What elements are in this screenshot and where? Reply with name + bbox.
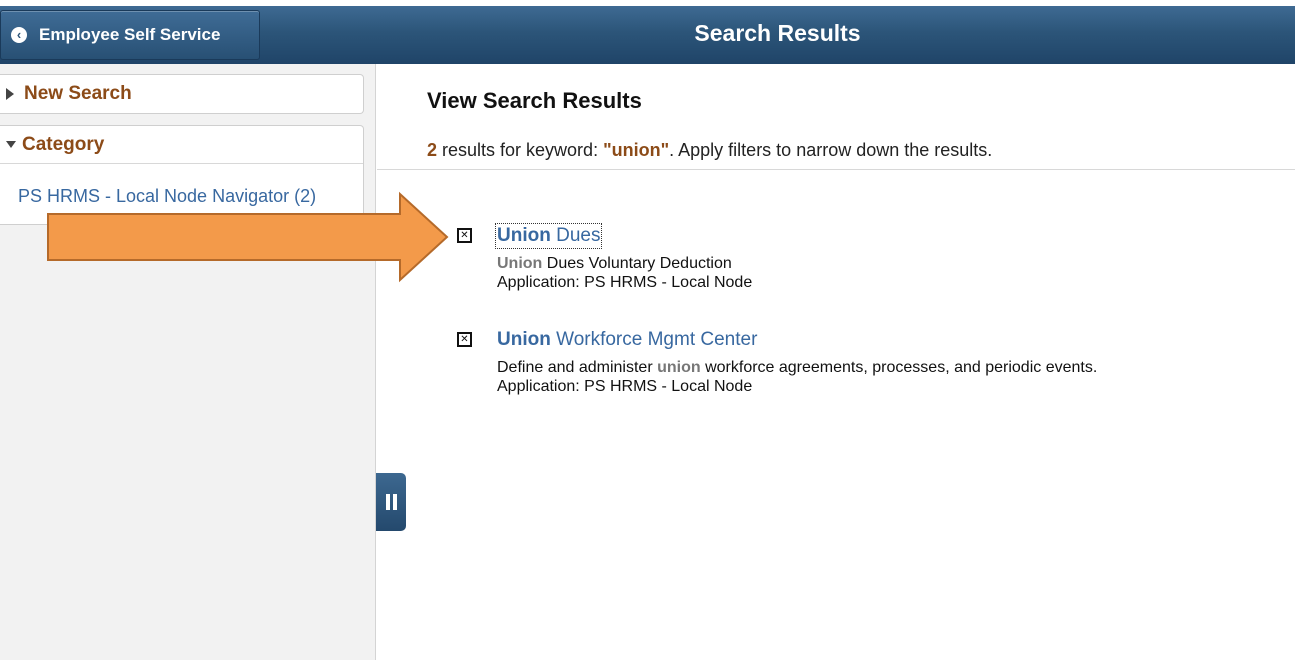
back-button-label: Employee Self Service <box>39 25 221 44</box>
boxed-x-icon: ✕ <box>457 228 472 243</box>
results-summary: 2 results for keyword: "union". Apply fi… <box>427 140 992 161</box>
triangle-down-icon <box>6 141 16 148</box>
category-label: Category <box>22 133 105 155</box>
summary-text: results for keyword: <box>437 140 604 160</box>
header-bar: ‹ Employee Self Service Search Results <box>0 0 1295 64</box>
new-search-toggle[interactable]: New Search <box>0 75 363 113</box>
main-content: View Search Results 2 results for keywor… <box>377 64 1295 660</box>
page-title: Search Results <box>694 20 861 46</box>
chevron-left-icon: ‹ <box>11 27 27 43</box>
boxed-x-icon: ✕ <box>457 332 472 347</box>
result-description: Define and administer union workforce ag… <box>497 359 1098 376</box>
result-link-union-workforce[interactable]: Union Workforce Mgmt Center <box>497 329 757 351</box>
left-panel: New Search Category PS HRMS - Local Node… <box>0 64 376 660</box>
category-section: Category PS HRMS - Local Node Navigator … <box>0 125 364 225</box>
summary-text-end: . Apply filters to narrow down the resul… <box>669 140 993 160</box>
search-keyword: "union" <box>603 140 670 160</box>
triangle-right-icon <box>6 88 14 100</box>
result-link-union-dues[interactable]: Union Dues <box>494 223 603 249</box>
category-toggle[interactable]: Category <box>0 126 363 164</box>
result-count: 2 <box>427 140 438 160</box>
category-item-ps-hrms[interactable]: PS HRMS - Local Node Navigator (2) <box>0 164 363 207</box>
result-description: Union Dues Voluntary Deduction <box>497 255 732 272</box>
results-heading: View Search Results <box>427 88 642 113</box>
new-search-section: New Search <box>0 74 364 114</box>
new-search-label: New Search <box>24 83 132 104</box>
result-application: Application: PS HRMS - Local Node <box>497 378 753 395</box>
back-button[interactable]: ‹ Employee Self Service <box>0 10 260 60</box>
divider <box>377 169 1295 170</box>
result-application: Application: PS HRMS - Local Node <box>497 274 753 291</box>
